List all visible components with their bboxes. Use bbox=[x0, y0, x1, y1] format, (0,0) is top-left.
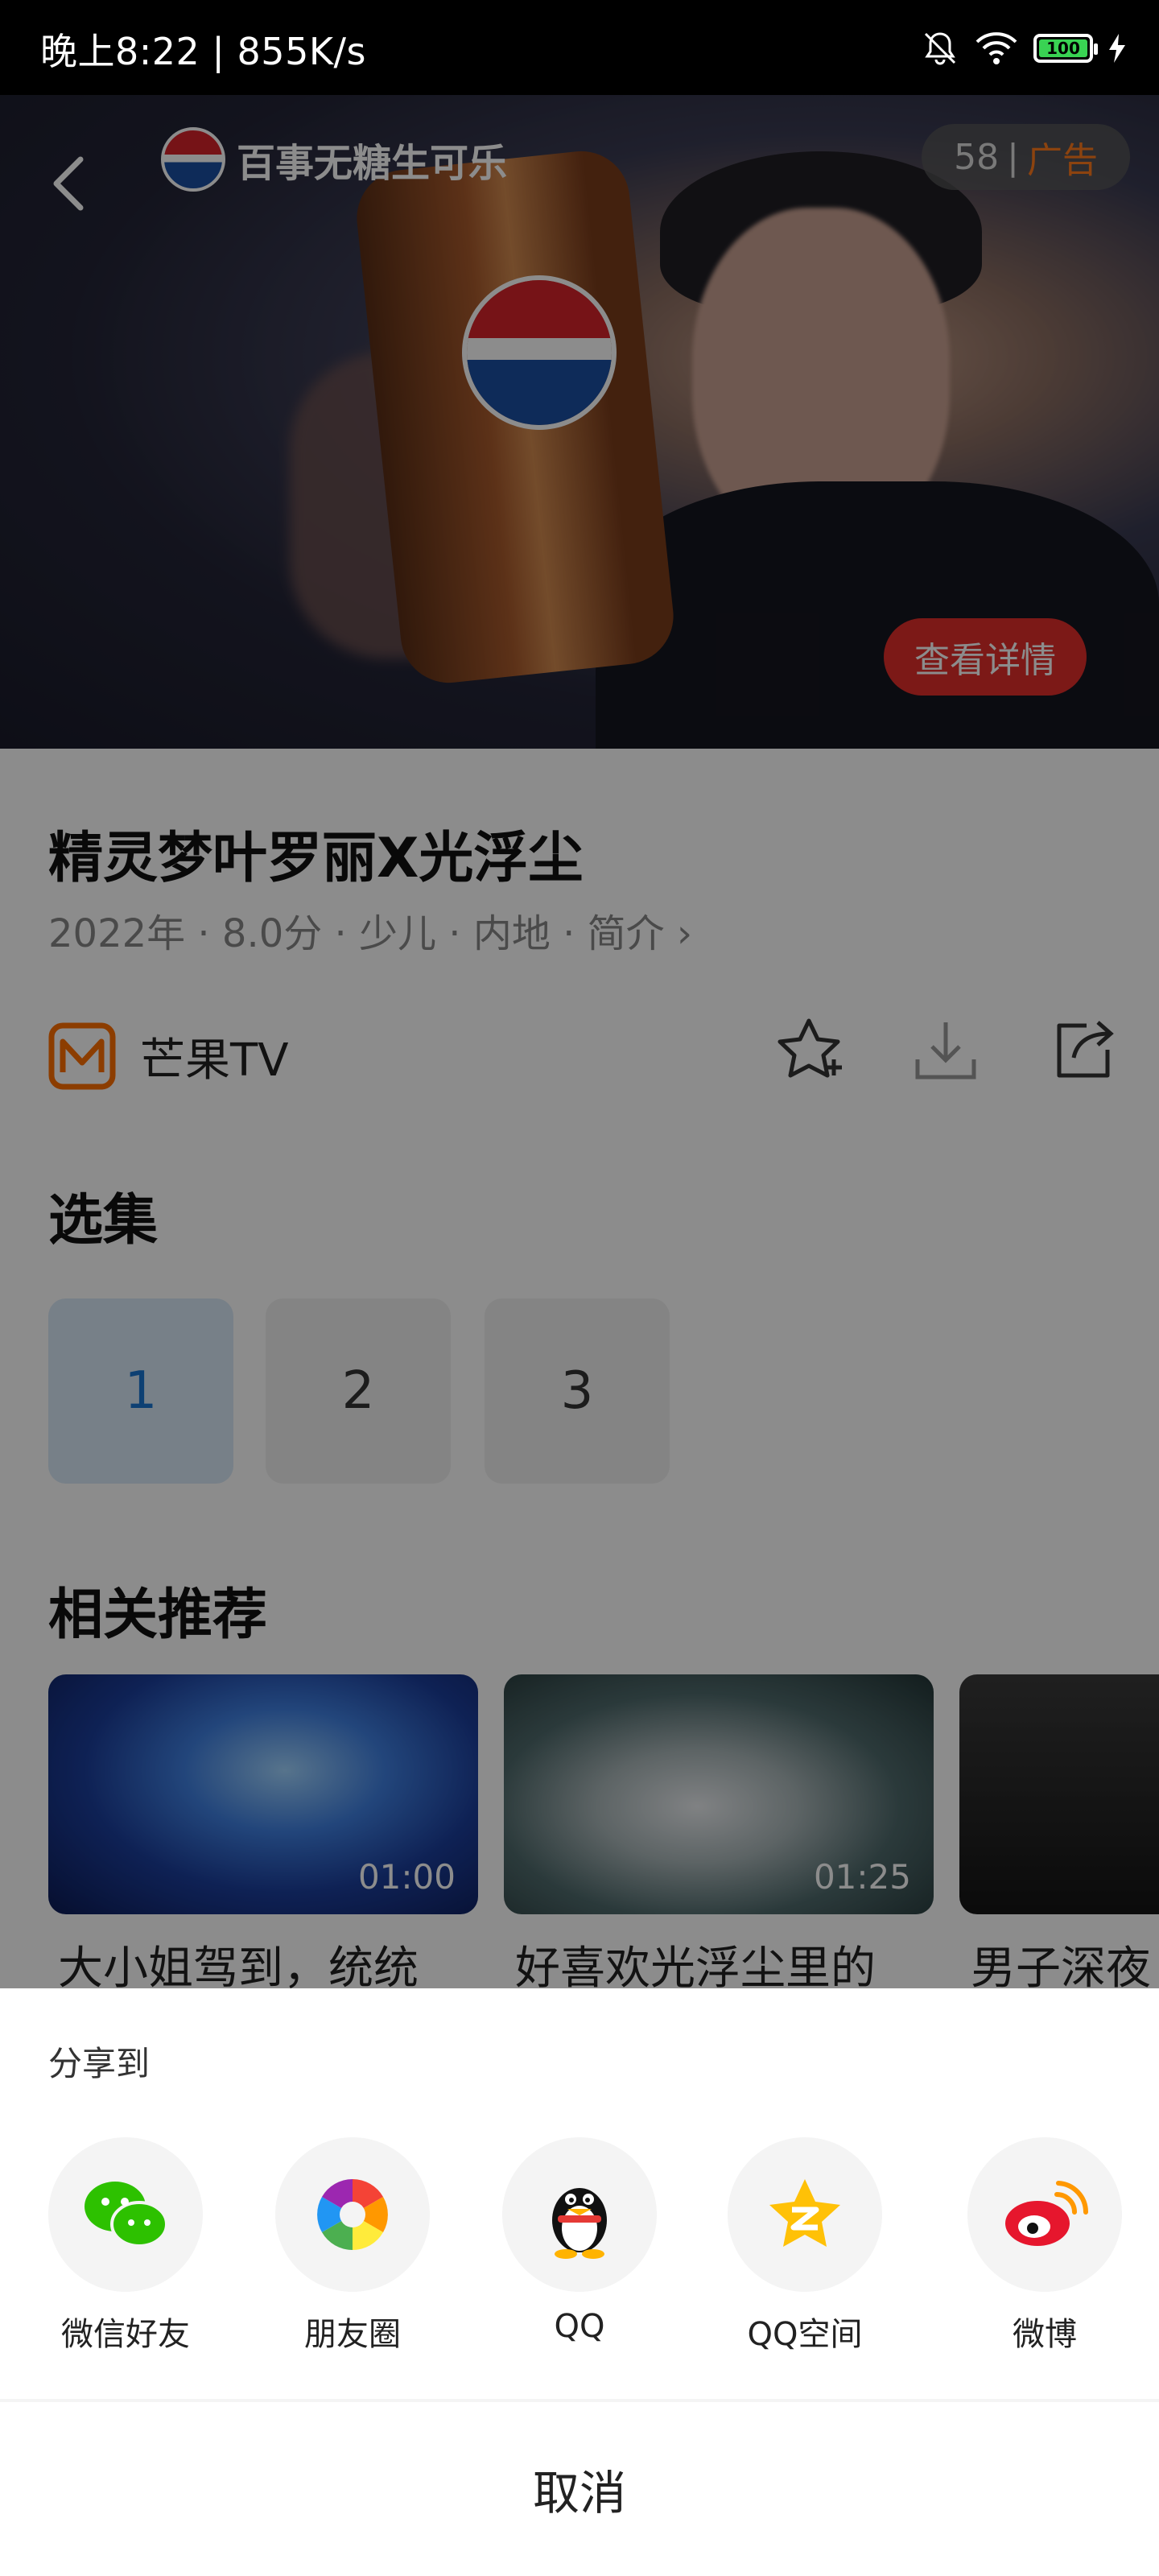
status-time: 晚上8:22 | 855K/s bbox=[40, 30, 366, 73]
share-qzone-button[interactable]: QQ空间 bbox=[724, 2137, 885, 2355]
share-qzone-circle bbox=[728, 2137, 882, 2292]
share-sheet-label: 分享到 bbox=[48, 2044, 151, 2083]
mute-bell-icon bbox=[924, 32, 956, 65]
share-weibo-button[interactable]: 微博 bbox=[964, 2137, 1125, 2355]
qq-icon bbox=[552, 2188, 607, 2259]
battery-icon: 100 bbox=[1033, 34, 1098, 63]
moments-icon bbox=[317, 2179, 388, 2250]
share-wechat-circle bbox=[48, 2137, 203, 2292]
share-moments-label: 朋友圈 bbox=[304, 2316, 401, 2353]
cancel-button[interactable]: 取消 bbox=[0, 2402, 1159, 2576]
qzone-icon bbox=[769, 2179, 840, 2247]
charging-icon bbox=[1109, 34, 1125, 63]
share-wechat-button[interactable]: 微信好友 bbox=[45, 2137, 206, 2355]
wechat-icon bbox=[85, 2182, 168, 2248]
share-wechat-label: 微信好友 bbox=[61, 2316, 190, 2353]
share-moments-circle bbox=[275, 2137, 430, 2292]
share-qq-circle bbox=[502, 2137, 657, 2292]
share-qq-label: QQ bbox=[554, 2308, 605, 2345]
status-bar: 晚上8:22 | 855K/s 100 bbox=[0, 0, 1159, 95]
status-icons: 100 bbox=[921, 24, 1127, 72]
share-sheet: 分享到 微信好友 朋友圈 QQ QQ空间 微博 取消 bbox=[0, 1988, 1159, 2576]
battery-level: 100 bbox=[1039, 39, 1087, 58]
share-moments-button[interactable]: 朋友圈 bbox=[272, 2137, 433, 2355]
share-qzone-label: QQ空间 bbox=[747, 2316, 863, 2353]
share-qq-button[interactable]: QQ bbox=[499, 2137, 660, 2345]
share-weibo-label: 微博 bbox=[1013, 2316, 1077, 2353]
share-weibo-circle bbox=[967, 2137, 1122, 2292]
modal-overlay[interactable] bbox=[0, 95, 1159, 1988]
wifi-icon bbox=[975, 32, 1017, 64]
weibo-icon bbox=[1005, 2181, 1089, 2246]
